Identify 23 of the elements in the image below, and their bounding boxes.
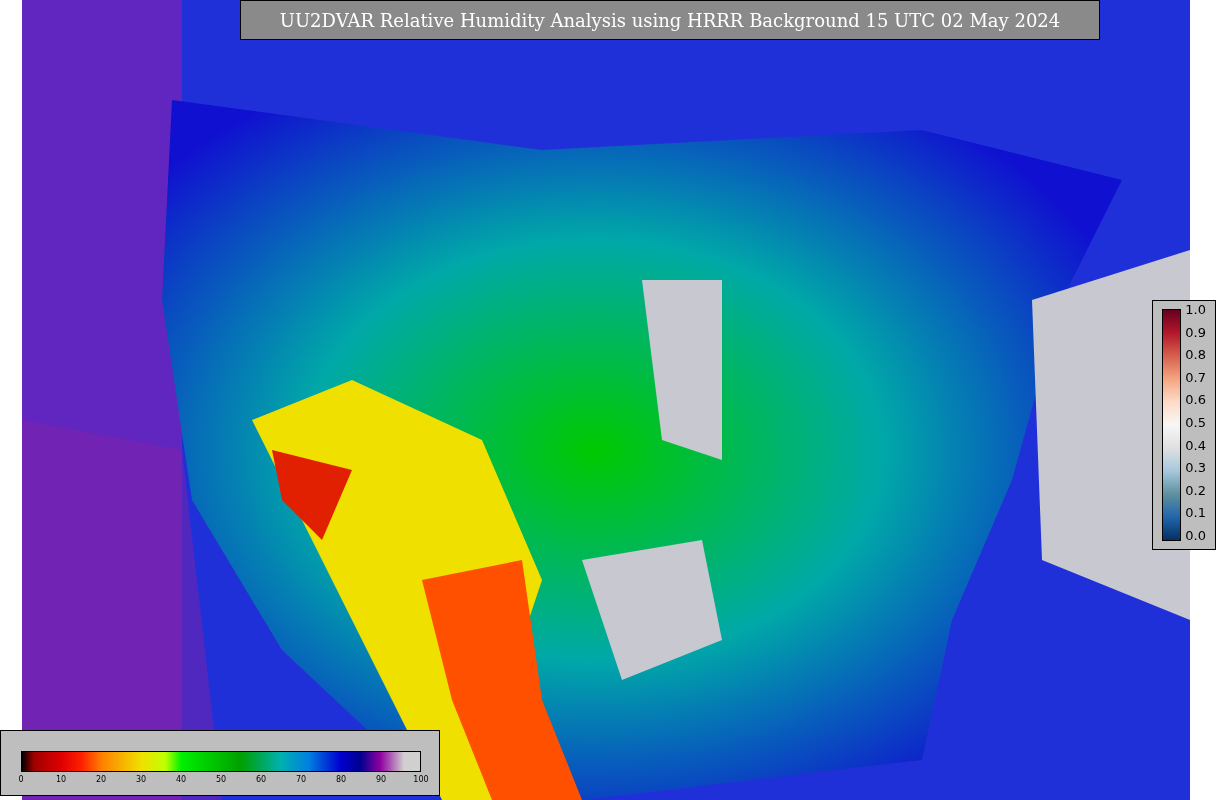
colorbar-tick-label: 0 — [18, 775, 24, 785]
colorbar-tick-label: 0.0 — [1185, 528, 1206, 543]
colorbar-tick-label: 40 — [175, 775, 187, 785]
colorbar-tick-label: 10 — [55, 775, 67, 785]
colorbar-tick-label: 90 — [375, 775, 387, 785]
colorbar-tick-label: 0.3 — [1185, 461, 1206, 476]
colorbar-tick-label: 70 — [295, 775, 307, 785]
colorbar-tick-label: 0.4 — [1185, 438, 1206, 453]
colorbar-tick-label: 0.7 — [1185, 370, 1206, 385]
colorbar-tick-label: 0.8 — [1185, 348, 1206, 363]
colorbar-tick-label: 80 — [335, 775, 347, 785]
colorbar-tick-label: 1.0 — [1185, 303, 1206, 317]
colorbar-tick-label: 60 — [255, 775, 267, 785]
colorbar-tick-label: 30 — [135, 775, 147, 785]
colorbar-tick-label: 0.1 — [1185, 506, 1206, 521]
colorbar-tick-label: 0.2 — [1185, 483, 1206, 498]
colorbar-tick-label: 50 — [215, 775, 227, 785]
colorbar-tick-label: 0.6 — [1185, 393, 1206, 408]
colorbar-tick-label: 0.5 — [1185, 415, 1206, 430]
colorbar-tick-label: 20 — [95, 775, 107, 785]
colorbar-tick-label: 0.9 — [1185, 325, 1206, 340]
colorbar-tick-label: 100 — [413, 775, 429, 785]
map-title: UU2DVAR Relative Humidity Analysis using HRRR Background 15 UTC 02 May 2024 — [279, 8, 1061, 33]
